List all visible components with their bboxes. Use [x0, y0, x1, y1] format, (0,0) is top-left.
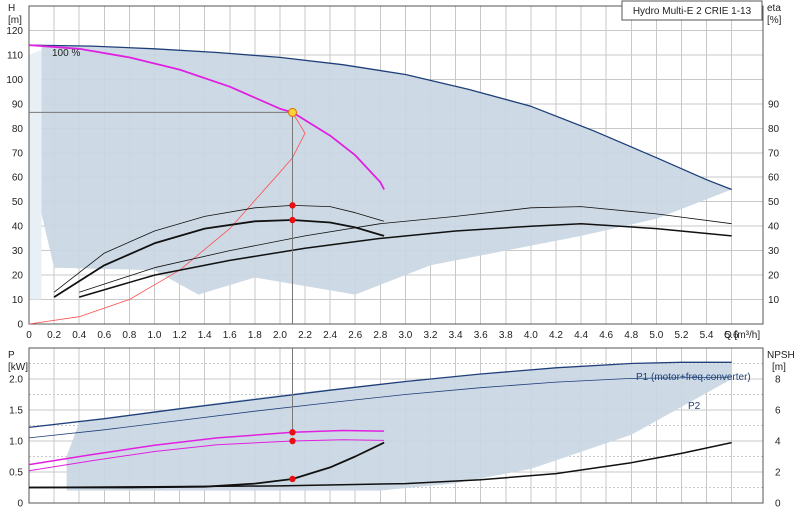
upper-left-axis-title: H — [8, 3, 15, 14]
p2-label: P2 — [688, 401, 701, 412]
lower-left-axis-unit: [kW] — [8, 362, 28, 373]
upper-left-tick-label: 40 — [12, 222, 24, 233]
upper-right-axis-title: eta — [767, 3, 781, 14]
upper-right-tick-label: 60 — [768, 173, 780, 184]
x-tick-label: 2.4 — [323, 330, 337, 341]
upper-left-tick-label: 60 — [12, 173, 24, 184]
x-tick-label: 0.2 — [47, 330, 61, 341]
upper-operating-range — [41, 45, 732, 295]
upper-left-tick-label: 90 — [12, 99, 24, 110]
x-tick-label: 1.8 — [248, 330, 262, 341]
x-tick-label: 1.2 — [173, 330, 187, 341]
x-tick-label: 3.6 — [474, 330, 488, 341]
power-marker-0 — [289, 429, 296, 436]
x-tick-label: 3.4 — [449, 330, 463, 341]
x-tick-label: 0.4 — [72, 330, 86, 341]
x-tick-label: 5.4 — [700, 330, 714, 341]
duty-point-marker — [287, 107, 297, 117]
chart-title: Hydro Multi-E 2 CRIE 1-13 — [633, 6, 752, 17]
x-tick-label: 2.8 — [373, 330, 387, 341]
upper-right-tick-label: 70 — [768, 148, 780, 159]
upper-right-tick-label: 20 — [768, 271, 780, 282]
x-tick-label: 3.0 — [398, 330, 412, 341]
lower-right-tick-label: 0 — [775, 499, 781, 510]
p1-label: P1 (motor+freq.converter) — [636, 372, 751, 383]
lower-right-axis-unit: [m] — [772, 362, 786, 373]
x-axis-title: Q [m³/h] — [724, 330, 760, 341]
upper-left-tick-label: 50 — [12, 197, 24, 208]
power-marker-1 — [289, 437, 296, 445]
upper-left-tick-label: 20 — [12, 271, 24, 282]
eta-marker-1 — [289, 216, 296, 224]
speed-annotation: 100 % — [52, 48, 80, 59]
npsh-marker-0 — [289, 475, 296, 483]
x-tick-label: 5.0 — [649, 330, 663, 341]
x-tick-label: 4.0 — [524, 330, 538, 341]
x-tick-label: 4.4 — [574, 330, 588, 341]
upper-right-tick-label: 80 — [768, 124, 780, 135]
x-tick-label: 2.2 — [298, 330, 312, 341]
lower-left-tick-label: 2.0 — [9, 375, 23, 386]
x-tick-label: 0.8 — [122, 330, 136, 341]
lower-right-axis-title: NPSH — [767, 350, 795, 361]
lower-left-tick-label: 0 — [17, 499, 23, 510]
lower-left-tick-label: 1.5 — [9, 406, 23, 417]
x-tick-label: 5.2 — [674, 330, 688, 341]
upper-right-axis-unit: [%] — [767, 15, 782, 26]
x-tick-label: 4.8 — [624, 330, 638, 341]
upper-right-tick-label: 90 — [768, 99, 780, 110]
upper-right-tick-label: 50 — [768, 197, 780, 208]
upper-left-tick-label: 80 — [12, 124, 24, 135]
x-tick-label: 2.0 — [273, 330, 287, 341]
upper-left-tick-label: 10 — [12, 295, 24, 306]
x-tick-label: 1.6 — [223, 330, 237, 341]
x-tick-label: 4.2 — [549, 330, 563, 341]
upper-left-tick-label: 0 — [17, 320, 23, 331]
lower-right-tick-label: 8 — [775, 375, 781, 386]
upper-left-axis-unit: [m] — [8, 15, 22, 26]
upper-left-tick-label: 70 — [12, 148, 24, 159]
x-tick-label: 1.4 — [198, 330, 212, 341]
x-tick-label: 4.6 — [599, 330, 613, 341]
upper-right-tick-label: 10 — [768, 295, 780, 306]
upper-right-tick-label: 40 — [768, 222, 780, 233]
lower-left-axis-title: P — [8, 350, 15, 361]
x-tick-label: 0 — [26, 330, 32, 341]
eta-marker-0 — [289, 202, 296, 209]
lower-right-tick-label: 2 — [775, 468, 781, 479]
lower-left-tick-label: 1.0 — [9, 437, 23, 448]
upper-left-tick-label: 110 — [7, 50, 23, 61]
x-tick-label: 2.6 — [348, 330, 362, 341]
chart-canvas: 0102030405060708090100110120102030405060… — [6, 0, 795, 510]
lower-left-tick-label: 0.5 — [9, 468, 23, 479]
lower-right-tick-label: 6 — [775, 406, 781, 417]
upper-left-tick-label: 30 — [12, 246, 24, 257]
x-tick-label: 3.2 — [424, 330, 438, 341]
x-tick-label: 3.8 — [499, 330, 513, 341]
x-tick-label: 0.6 — [97, 330, 111, 341]
x-tick-label: 1.0 — [148, 330, 162, 341]
lower-right-tick-label: 4 — [775, 437, 781, 448]
pump-performance-chart: 0 10 20 30 40 50 60 70 80 90 100 110 120 10 20 30 40 50 60… — [0, 0, 800, 520]
upper-right-tick-label: 30 — [768, 246, 780, 257]
upper-left-tick-label: 120 — [6, 26, 23, 37]
upper-left-tick-label: 100 — [6, 75, 23, 86]
upper-left-band — [29, 50, 42, 300]
